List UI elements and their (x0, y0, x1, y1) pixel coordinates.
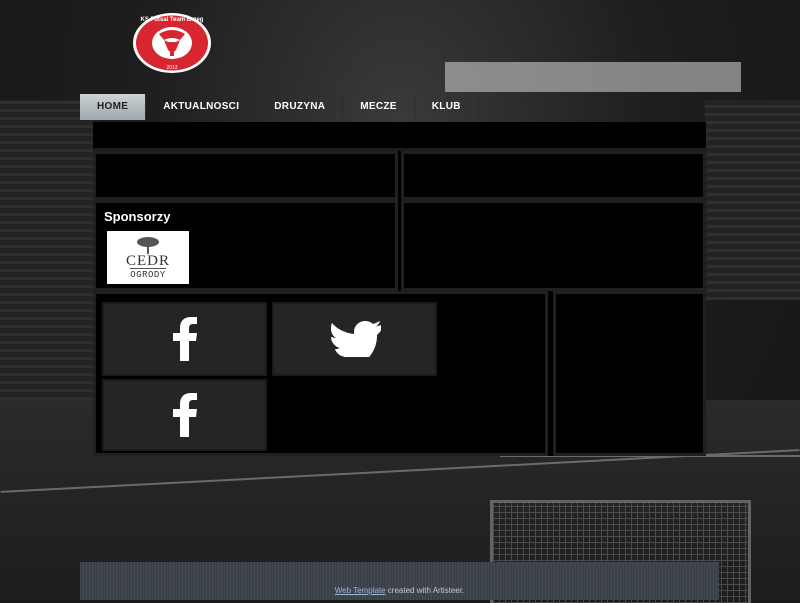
block-bottom-right (553, 291, 706, 456)
nav-item-aktualnosci[interactable]: AKTUALNOSCI (146, 94, 258, 120)
footer-credit: Web Template created with Artisteer. (80, 586, 719, 595)
block-middle-right (401, 200, 706, 291)
facebook-link[interactable] (102, 302, 267, 376)
sponsors-block: Sponsorzy CEDR OGRODY (93, 200, 398, 291)
arena-scoreboard (445, 62, 741, 92)
content-top-bar (93, 122, 706, 151)
club-logo[interactable]: 2013 KS Futsal Team Brzeg (132, 12, 212, 74)
stands-right (705, 100, 800, 300)
logo-year: 2013 (166, 65, 177, 71)
twitter-icon (330, 321, 381, 357)
block-top-left (93, 151, 398, 200)
page-footer: Web Template created with Artisteer. (80, 562, 719, 600)
sponsor-logo-cedr[interactable]: CEDR OGRODY (107, 231, 189, 284)
stands-left (0, 100, 100, 440)
nav-item-home[interactable]: HOME (80, 94, 147, 120)
main-navigation: HOME AKTUALNOSCI DRUZYNA MECZE KLUB (80, 94, 479, 120)
tree-icon (137, 237, 159, 254)
club-crest-icon: 2013 KS Futsal Team Brzeg (133, 13, 211, 73)
nav-item-druzyna[interactable]: DRUZYNA (257, 94, 344, 120)
facebook-icon (172, 317, 197, 361)
logo-ring-text: KS Futsal Team Brzeg (141, 17, 204, 23)
facebook-icon (172, 393, 197, 437)
sponsors-heading: Sponsorzy (104, 209, 171, 224)
footer-credit-suffix: created with Artisteer. (385, 586, 465, 595)
block-top-right (401, 151, 706, 200)
sponsor-logo-name: CEDR (125, 253, 170, 269)
web-template-link[interactable]: Web Template (335, 586, 386, 595)
nav-item-klub[interactable]: KLUB (415, 94, 479, 120)
nav-item-mecze[interactable]: MECZE (343, 94, 415, 120)
sponsor-logo-sub: OGRODY (130, 268, 166, 280)
content-panel: Sponsorzy CEDR OGRODY (93, 122, 706, 456)
facebook-link-2[interactable] (102, 379, 267, 451)
twitter-link[interactable] (272, 302, 437, 376)
